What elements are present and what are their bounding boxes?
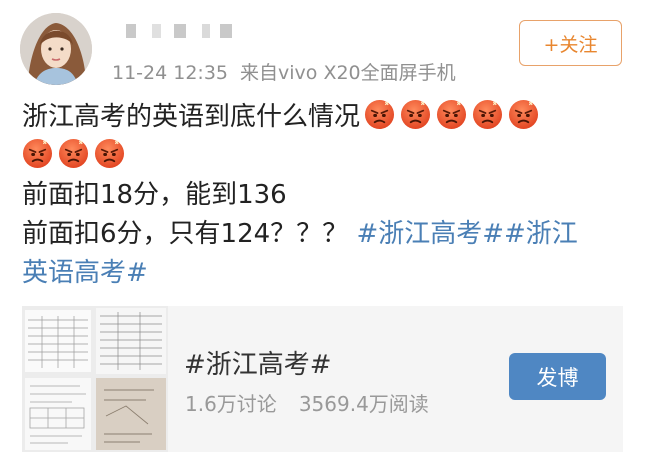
post-line-1: 浙江高考的英语到底什么情况	[22, 98, 622, 137]
read-count: 3569.4万阅读	[298, 392, 429, 416]
post-line-1-text: 浙江高考的英语到底什么情况	[22, 102, 361, 132]
post-weibo-button[interactable]: 发博	[509, 353, 606, 400]
discussion-count: 1.6万讨论	[185, 392, 277, 416]
angry-face-emoji	[364, 99, 395, 130]
avatar-photo	[20, 13, 92, 85]
angry-face-emoji	[436, 99, 467, 130]
topic-card[interactable]: #浙江高考# 1.6万讨论 3569.4万阅读 发博	[22, 306, 623, 452]
post-line-3: 前面扣18分，能到136	[22, 180, 287, 210]
post-time: 11-24 12:35	[112, 62, 229, 84]
topic-card-title: #浙江高考#	[184, 350, 332, 380]
topic-card-stats: 1.6万讨论 3569.4万阅读	[185, 388, 429, 417]
topic-thumbnail	[22, 306, 168, 452]
post-meta: 11-24 12:35 来自vivo X20全面屏手机	[112, 58, 456, 85]
post-source: 来自vivo X20全面屏手机	[240, 62, 456, 84]
angry-face-emoji	[94, 138, 125, 169]
angry-face-emoji	[400, 99, 431, 130]
post-body: 浙江高考的英语到底什么情况 前面扣18分，能到136 前面扣6分，只有124？？…	[22, 98, 622, 293]
angry-face-emoji	[472, 99, 503, 130]
exam-paper-thumbnail-icon	[22, 306, 168, 452]
topic-link-continued[interactable]: 英语高考#	[22, 258, 148, 288]
post-line-5: 英语高考#	[22, 254, 622, 293]
post-line-2	[22, 137, 622, 176]
topic-link[interactable]: #浙江高考##浙江	[356, 219, 577, 249]
follow-button[interactable]: +关注	[519, 20, 622, 66]
angry-face-emoji	[22, 138, 53, 169]
post-line-4: 前面扣6分，只有124？？？ #浙江高考##浙江	[22, 215, 622, 254]
author-name-obscured[interactable]	[112, 22, 252, 42]
follow-label: +关注	[543, 33, 598, 56]
angry-face-emoji	[508, 99, 539, 130]
avatar[interactable]	[20, 13, 92, 85]
angry-face-emoji	[58, 138, 89, 169]
post-line-4-text: 前面扣6分，只有124？？？	[22, 219, 349, 249]
